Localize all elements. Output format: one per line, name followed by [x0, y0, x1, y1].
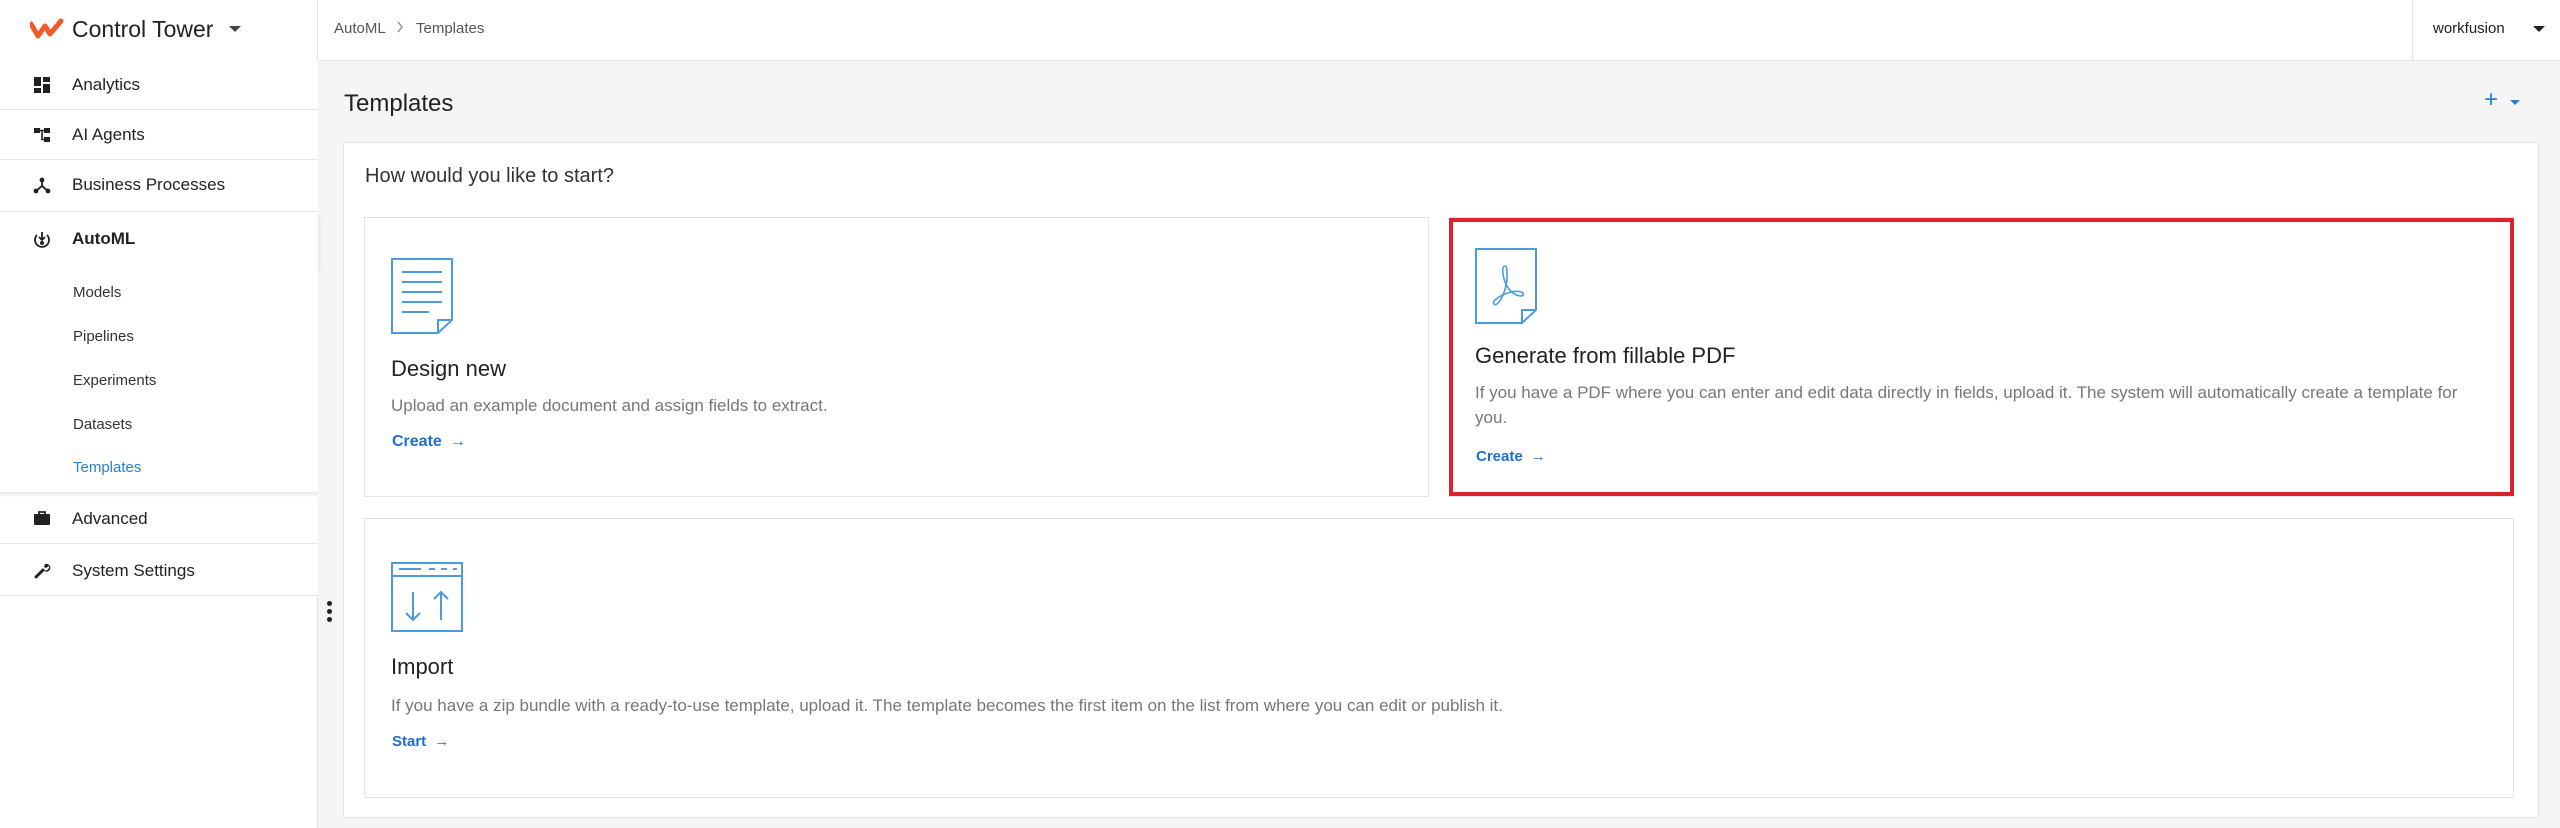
- breadcrumb-templates: Templates: [416, 20, 485, 37]
- create-design-link[interactable]: Create →: [392, 433, 466, 451]
- design-new-card[interactable]: Design new Upload an example document an…: [364, 217, 1429, 497]
- import-card[interactable]: Import If you have a zip bundle with a r…: [364, 518, 2514, 798]
- card-description: Upload an example document and assign fi…: [391, 396, 828, 415]
- sidebar-item-automl[interactable]: AutoML: [0, 212, 318, 268]
- arrow-right-icon: →: [1530, 448, 1546, 465]
- link-label: Create: [1476, 448, 1523, 465]
- chevron-down-icon: [2533, 26, 2545, 32]
- card-description: If you have a PDF where you can enter an…: [1475, 383, 2458, 427]
- chevron-right-icon: [397, 21, 403, 33]
- card-title: Design new: [391, 356, 506, 381]
- process-icon: [33, 177, 51, 194]
- sidebar-item-label: AI Agents: [72, 125, 145, 144]
- pdf-file-icon: [1475, 248, 1537, 324]
- sidebar-subitem-templates[interactable]: Templates: [73, 459, 141, 476]
- arrow-right-icon: →: [449, 433, 466, 450]
- plus-icon: +: [2484, 86, 2499, 113]
- sidebar-item-label: Advanced: [72, 509, 148, 528]
- briefcase-icon: [34, 511, 50, 525]
- chevron-down-icon: [2510, 100, 2520, 105]
- sidebar-item-advanced[interactable]: Advanced: [0, 492, 318, 544]
- sidebar-item-business-processes[interactable]: Business Processes: [0, 160, 318, 212]
- sidebar-subitem-pipelines[interactable]: Pipelines: [73, 328, 134, 345]
- page-title: Templates: [344, 90, 454, 117]
- app-name: Control Tower: [72, 16, 214, 42]
- app-switcher[interactable]: Control Tower: [0, 0, 318, 60]
- sidebar-item-analytics[interactable]: Analytics: [0, 60, 318, 110]
- add-template-button[interactable]: +: [2484, 86, 2524, 114]
- card-description: If you have a zip bundle with a ready-to…: [391, 696, 1503, 715]
- workfusion-logo-icon: [30, 18, 64, 39]
- sidebar-subitem-models[interactable]: Models: [73, 284, 121, 301]
- automl-icon: [34, 232, 50, 248]
- user-menu[interactable]: workfusion: [2412, 0, 2560, 60]
- sidebar-item-system-settings[interactable]: System Settings: [0, 544, 318, 596]
- create-from-pdf-link[interactable]: Create →: [1476, 448, 1546, 465]
- chevron-down-icon[interactable]: [229, 26, 241, 32]
- hierarchy-icon: [34, 128, 50, 142]
- arrow-right-icon: →: [434, 733, 450, 750]
- sidebar-item-label: System Settings: [72, 561, 195, 580]
- link-label: Start: [392, 733, 427, 750]
- user-name: workfusion: [2433, 20, 2505, 37]
- breadcrumb-automl[interactable]: AutoML: [334, 20, 386, 37]
- wrench-icon: [34, 563, 51, 579]
- dashboard-icon: [34, 77, 50, 93]
- more-vertical-icon[interactable]: [327, 601, 333, 625]
- card-title: Import: [391, 654, 454, 679]
- sidebar-item-label: Analytics: [72, 75, 141, 94]
- import-icon: [391, 562, 463, 632]
- link-label: Create: [392, 433, 442, 450]
- card-title: Generate from fillable PDF: [1475, 343, 1736, 368]
- top-bar: AutoML Templates workfusion: [318, 0, 2560, 61]
- start-question: How would you like to start?: [365, 165, 615, 187]
- sidebar-item-ai-agents[interactable]: AI Agents: [0, 110, 318, 160]
- fillable-pdf-card[interactable]: Generate from fillable PDF If you have a…: [1449, 217, 2514, 497]
- sidebar-item-label: AutoML: [72, 229, 136, 248]
- automl-submenu: Models Pipelines Experiments Datasets Te…: [0, 268, 318, 492]
- sidebar: Control Tower Analytics AI Agents Busine…: [0, 0, 318, 828]
- document-icon: [391, 258, 453, 334]
- sidebar-item-label: Business Processes: [72, 175, 226, 194]
- sidebar-subitem-datasets[interactable]: Datasets: [73, 416, 132, 433]
- sidebar-subitem-experiments[interactable]: Experiments: [73, 372, 156, 389]
- start-import-link[interactable]: Start →: [392, 733, 449, 750]
